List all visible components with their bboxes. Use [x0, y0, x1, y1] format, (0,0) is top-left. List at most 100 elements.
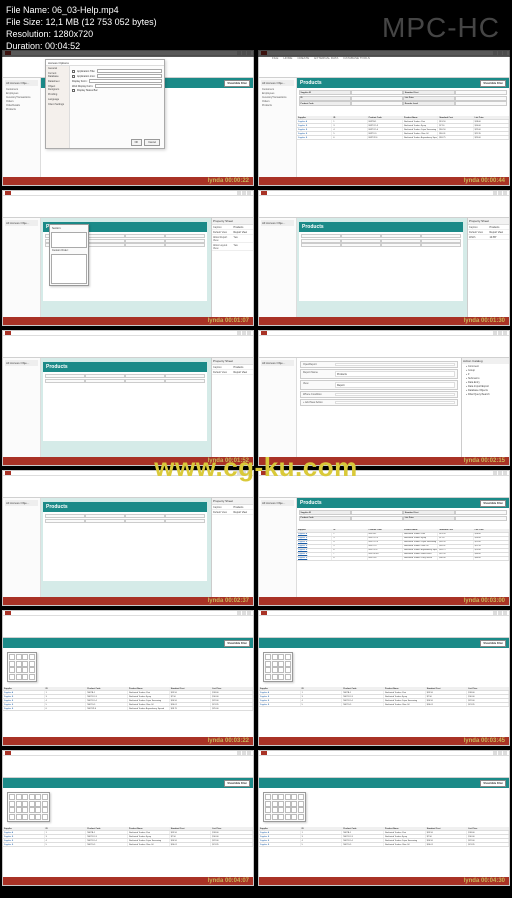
design-cell[interactable] [381, 234, 421, 238]
symbol-icon[interactable] [22, 801, 28, 807]
navigation-pane[interactable]: All Access Obje... [259, 358, 297, 457]
symbol-icon[interactable] [278, 801, 284, 807]
ribbon[interactable] [259, 616, 509, 638]
symbol-icon[interactable] [265, 794, 271, 800]
nav-item[interactable]: Products [5, 107, 38, 111]
filter-button[interactable]: Show/Hide Filter [480, 500, 506, 507]
datasheet[interactable]: SupplierIDProduct CodeProduct NameStanda… [297, 116, 509, 140]
design-cell[interactable] [381, 243, 421, 247]
design-cell[interactable] [85, 519, 125, 523]
symbol-icon[interactable] [42, 814, 48, 820]
datasheet[interactable]: SupplierIDProduct CodeProduct NameStanda… [3, 827, 253, 877]
design-grid[interactable] [43, 372, 207, 385]
symbol-icon[interactable] [35, 794, 41, 800]
symbol-icon[interactable] [265, 801, 271, 807]
symbol-icon[interactable] [298, 801, 304, 807]
text-field[interactable] [97, 69, 162, 73]
thumbnail[interactable]: All Access Obje... Products Property She… [2, 190, 254, 326]
symbol-icon[interactable] [9, 794, 15, 800]
symbol-icon[interactable] [29, 814, 35, 820]
nav-header[interactable]: All Access Obje... [5, 80, 38, 86]
dropdown[interactable] [89, 79, 162, 83]
thumbnail[interactable]: All Access Obje... Products Property She… [258, 190, 510, 326]
design-canvas[interactable]: Products Property Sheet CaptionProducts … [41, 218, 253, 317]
thumbnail[interactable]: Show/Hide Filter SupplierIDProduct CodeP… [258, 610, 510, 746]
command-icon[interactable] [16, 674, 22, 680]
thumbnail[interactable]: All Access Obje... Products Property She… [2, 470, 254, 606]
dialog-sidebar[interactable]: General Current Database Datasheet Objec… [46, 66, 70, 148]
symbol-icon[interactable] [29, 801, 35, 807]
design-cell[interactable] [45, 514, 85, 518]
command-icon[interactable] [272, 654, 278, 660]
catalog-item[interactable]: Filter/Query/Search [462, 392, 509, 396]
filter-button[interactable]: Show/Hide Filter [480, 640, 506, 647]
window-controls[interactable] [493, 191, 507, 195]
nav-header[interactable]: All Access Obje... [261, 220, 294, 226]
field-value[interactable] [351, 90, 403, 95]
thumbnail[interactable]: All Access Obje... Customers Employees I… [2, 50, 254, 186]
ribbon-tab[interactable]: DATABASE TOOLS [342, 56, 370, 60]
command-icon[interactable] [285, 674, 291, 680]
text-field[interactable] [97, 74, 162, 78]
window-controls[interactable] [493, 331, 507, 335]
design-cell[interactable] [301, 243, 341, 247]
symbol-icon[interactable] [285, 794, 291, 800]
design-cell[interactable] [85, 239, 125, 243]
ribbon[interactable] [3, 616, 253, 638]
design-cell[interactable] [45, 374, 85, 378]
symbol-icon[interactable] [278, 814, 284, 820]
symbol-icon[interactable] [42, 794, 48, 800]
macro-action[interactable]: Report NameProducts [300, 369, 458, 379]
window-controls[interactable] [237, 331, 251, 335]
macro-action[interactable]: Where Condition [300, 391, 458, 398]
symbol-icon[interactable] [35, 814, 41, 820]
property-sheet[interactable]: Property Sheet CaptionProducts Default V… [211, 498, 253, 597]
design-cell[interactable] [125, 234, 165, 238]
symbol-icon[interactable] [42, 807, 48, 813]
symbol-icon[interactable] [291, 807, 297, 813]
action-catalog[interactable]: Action Catalog Comment Group If Submacro… [461, 358, 509, 457]
dialog-category[interactable]: Client Settings [46, 102, 69, 107]
nav-header[interactable]: All Access Obje... [261, 360, 294, 366]
command-icon[interactable] [29, 674, 35, 680]
design-cell[interactable] [125, 379, 165, 383]
design-cell[interactable] [125, 374, 165, 378]
symbol-icon[interactable] [35, 807, 41, 813]
macro-arg[interactable]: Products [335, 371, 455, 377]
macro-arg[interactable]: Report [335, 382, 455, 388]
symbol-icon[interactable] [29, 807, 35, 813]
design-cell[interactable] [165, 379, 205, 383]
field-value[interactable] [455, 90, 507, 95]
listbox[interactable] [51, 232, 87, 248]
design-cell[interactable] [165, 374, 205, 378]
command-icon[interactable] [29, 654, 35, 660]
ribbon-tab[interactable]: CREATE [296, 56, 310, 60]
command-icon[interactable] [265, 661, 271, 667]
dropdown[interactable] [95, 84, 162, 88]
ribbon[interactable] [259, 336, 509, 358]
design-cell[interactable] [125, 239, 165, 243]
command-icon[interactable] [16, 654, 22, 660]
filter-button[interactable]: Show/Hide Filter [480, 80, 506, 87]
checkbox[interactable] [72, 89, 75, 92]
design-grid[interactable] [43, 512, 207, 525]
ribbon-tab[interactable]: FILE [271, 56, 279, 60]
ribbon-customize-list[interactable] [7, 652, 37, 682]
design-cell[interactable] [301, 239, 341, 243]
macro-arg[interactable] [335, 363, 455, 366]
property-sheet[interactable]: Property Sheet CaptionProducts Default V… [467, 218, 509, 317]
symbol-picker[interactable] [7, 792, 50, 822]
cancel-button[interactable]: Cancel [144, 139, 160, 146]
design-cell[interactable] [165, 514, 205, 518]
design-cell[interactable] [125, 514, 165, 518]
tab-order-dialog[interactable]: Section: Custom Order: [49, 224, 89, 286]
ribbon-tab[interactable]: EXTERNAL DATA [313, 56, 339, 60]
command-icon[interactable] [16, 661, 22, 667]
design-cell[interactable] [85, 243, 125, 247]
design-cell[interactable] [165, 519, 205, 523]
symbol-icon[interactable] [272, 801, 278, 807]
thumbnail[interactable]: All Access Obje... OpenReport Report Nam… [258, 330, 510, 466]
window-controls[interactable] [493, 611, 507, 615]
command-icon[interactable] [272, 661, 278, 667]
symbol-icon[interactable] [16, 794, 22, 800]
